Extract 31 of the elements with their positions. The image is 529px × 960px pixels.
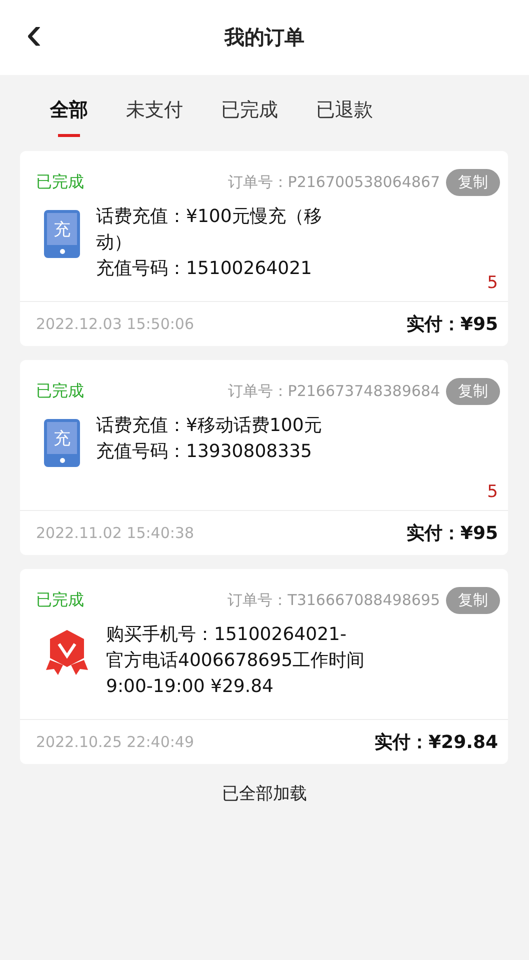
quantity: 5	[487, 273, 498, 293]
order-status: 已完成	[36, 172, 84, 192]
order-number: 订单号：P216673748389684	[228, 382, 440, 400]
order-time: 2022.11.02 15:40:38	[36, 524, 194, 542]
order-time: 2022.12.03 15:50:06	[36, 315, 194, 333]
load-status: 已全部加载	[221, 783, 308, 805]
recharge-icon: 充	[44, 210, 80, 258]
paid-amount: 实付：¥95	[406, 313, 498, 336]
order-description: 官方电话4006678695工作时间	[106, 649, 365, 673]
order-description: 话费充值：¥移动话费100元	[96, 414, 322, 438]
tab[interactable]: 未支付	[126, 75, 183, 137]
order-description: 动）	[96, 231, 133, 255]
back-button[interactable]: ‹	[12, 10, 56, 66]
quantity: 5	[487, 482, 498, 502]
paid-amount: 实付：¥29.84	[374, 731, 498, 754]
order-description: 充值号码：13930808335	[96, 440, 313, 464]
tab[interactable]: 已完成	[221, 75, 278, 137]
order-number: 订单号：T316667088498695	[228, 590, 440, 610]
order-status: 已完成	[36, 590, 84, 610]
page-title: 我的订单	[224, 24, 304, 51]
order-description: 话费充值：¥100元慢充（移	[96, 205, 322, 229]
order-description: 购买手机号：15100264021-	[106, 623, 348, 647]
tab[interactable]: 已退款	[316, 75, 373, 137]
paid-amount: 实付：¥95	[406, 522, 498, 545]
recharge-icon: 充	[44, 419, 80, 467]
order-number: 订单号：P216700538064867	[228, 172, 440, 192]
badge-icon	[44, 628, 90, 676]
order-description: 充值号码：15100264021	[96, 257, 313, 281]
order-time: 2022.10.25 22:40:49	[36, 733, 194, 751]
order-status: 已完成	[36, 380, 84, 402]
order-description: 9:00-19:00 ¥29.84	[106, 675, 274, 699]
